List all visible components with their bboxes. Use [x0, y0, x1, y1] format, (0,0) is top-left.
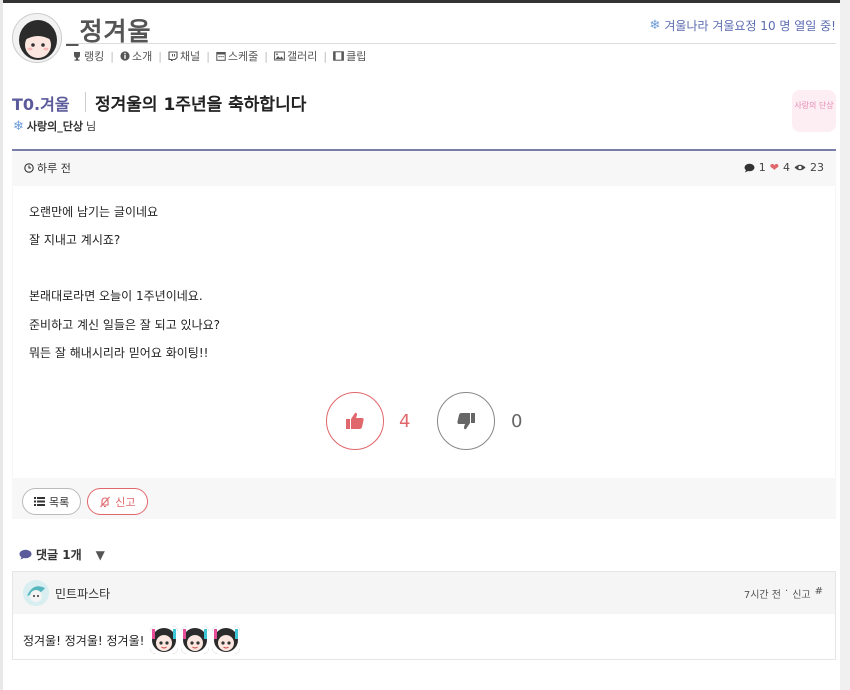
- comment-item: 민트파스타 7시간 전 · 신고 # 정겨울! 정겨울! 정겨울!: [12, 571, 836, 660]
- list-button[interactable]: 목록: [22, 488, 82, 515]
- film-icon: [333, 51, 344, 61]
- nav-item-3[interactable]: 스케줄: [216, 48, 258, 64]
- comment-username: 민트파스타: [55, 586, 111, 601]
- comments-count-label: 댓글 1개: [36, 548, 82, 562]
- nav-item-1[interactable]: 소개: [120, 48, 152, 64]
- nav-item-label: 채널: [179, 50, 201, 63]
- heart-icon: ❤: [769, 161, 779, 174]
- nav-separator: |: [323, 49, 328, 63]
- upvote-count: 4: [399, 411, 411, 432]
- upvote-button[interactable]: [326, 392, 384, 450]
- like-count: 4: [783, 161, 790, 174]
- header-divider: [66, 43, 836, 44]
- report-button-label: 신고: [115, 495, 136, 509]
- body-line: 준비하고 계신 일들은 잘 되고 있나요?: [29, 318, 221, 332]
- nav-item-label: 스케줄: [227, 50, 259, 63]
- thumbs-up-icon: [346, 412, 364, 429]
- nav-item-label: 클립: [346, 50, 367, 63]
- list-icon: [34, 497, 45, 506]
- report-button[interactable]: 신고: [87, 488, 148, 515]
- comments-header: 댓글 1개 ▼: [19, 546, 105, 563]
- comment-icon: [744, 163, 755, 172]
- meta-dot: ·: [785, 585, 789, 597]
- window-top-border: [0, 0, 850, 3]
- downvote-count: 0: [511, 411, 523, 432]
- nav-separator: |: [110, 49, 114, 63]
- info-icon: [120, 51, 130, 61]
- emote-image: [150, 626, 179, 654]
- nav-item-label: 랭킹: [84, 50, 105, 63]
- author-sticker: 사랑의 단상: [792, 90, 836, 132]
- bell-slash-icon: [100, 496, 111, 507]
- view-count: 23: [810, 161, 824, 174]
- scrollbar-track[interactable]: [840, 0, 850, 690]
- author-suffix: 님: [86, 120, 97, 133]
- list-button-label: 목록: [49, 495, 70, 509]
- comment-meta: 민트파스타 7시간 전 · 신고 #: [13, 572, 835, 614]
- emote-image: [212, 626, 241, 654]
- comment-count: 1: [758, 161, 766, 174]
- comment-meta-right: 7시간 전 · 신고 #: [744, 586, 823, 601]
- live-status: ❄ 겨울나라 겨울요정 10 명 열일 중!: [649, 17, 836, 34]
- article-body: 오랜만에 남기는 글이네요 잘 지내고 계시죠? 본래대로라면 오늘이 1주년이…: [13, 186, 835, 478]
- comment-user[interactable]: 민트파스타: [23, 580, 110, 606]
- sticker-text: 사랑의 단상: [794, 101, 834, 110]
- collapse-toggle-icon[interactable]: ▼: [96, 548, 105, 562]
- article-box: 하루 전 1 ❤ 4 23 오랜만에 남기는 글이네요 잘 지내고 계시죠? 본…: [12, 149, 836, 519]
- twitch-icon: [168, 51, 178, 61]
- status-text: 겨울나라 겨울요정 10 명 열일 중!: [664, 19, 836, 33]
- board-category[interactable]: T0.겨울: [12, 91, 70, 115]
- nav-separator: |: [206, 49, 210, 63]
- channel-nav: 랭킹 | 소개 | 채널 | 스케줄 | 갤러리 | 클립: [72, 48, 366, 64]
- nav-item-label: 소개: [131, 50, 153, 63]
- comment-permalink[interactable]: #: [815, 586, 823, 601]
- nav-separator: |: [158, 49, 162, 63]
- body-line: 오랜만에 남기는 글이네요: [29, 205, 159, 219]
- comment-body: 정겨울! 정겨울! 정겨울!: [23, 626, 241, 654]
- snowflake-icon: ❄: [649, 18, 661, 33]
- trophy-icon: [72, 51, 82, 61]
- image-icon: [274, 51, 285, 61]
- body-line: 잘 지내고 계시죠?: [29, 233, 121, 247]
- emote-row: [150, 626, 241, 654]
- nav-item-4[interactable]: 갤러리: [274, 48, 317, 64]
- snowflake-icon: ❄: [13, 118, 24, 134]
- channel-avatar[interactable]: [12, 13, 62, 63]
- nav-separator: |: [264, 49, 268, 63]
- clock-icon: [24, 162, 34, 173]
- nav-item-5[interactable]: 클립: [333, 48, 366, 64]
- article-actions: 목록 신고: [22, 488, 148, 515]
- body-line: 뭐든 잘 해내시리라 믿어요 화이팅!!: [29, 346, 209, 360]
- comment-icon: [19, 549, 32, 560]
- body-line: 본래대로라면 오늘이 1주년이네요.: [29, 289, 203, 303]
- post-title: 정겨울의 1주년을 축하합니다: [95, 95, 307, 115]
- comment-avatar: [23, 580, 49, 606]
- post-time: 하루 전: [37, 161, 71, 175]
- nav-item-2[interactable]: 채널: [168, 48, 200, 64]
- nav-item-label: 갤러리: [287, 50, 318, 63]
- article-meta: 하루 전 1 ❤ 4 23: [12, 151, 836, 184]
- left-edge: [0, 0, 3, 690]
- nav-item-0[interactable]: 랭킹: [72, 48, 104, 64]
- downvote-button[interactable]: [437, 392, 495, 450]
- eye-icon: [794, 164, 806, 171]
- author-name: 사랑의_단상: [26, 120, 84, 133]
- comment-text: 정겨울! 정겨울! 정겨울!: [23, 633, 145, 648]
- emote-image: [181, 626, 210, 654]
- post-author[interactable]: ❄ 사랑의_단상 님: [13, 118, 96, 134]
- comment-report-link[interactable]: 신고: [792, 586, 810, 601]
- title-separator: [85, 92, 86, 112]
- thumbs-down-icon: [457, 413, 475, 430]
- comment-time: 7시간 전: [743, 589, 782, 601]
- calendar-icon: [216, 51, 226, 61]
